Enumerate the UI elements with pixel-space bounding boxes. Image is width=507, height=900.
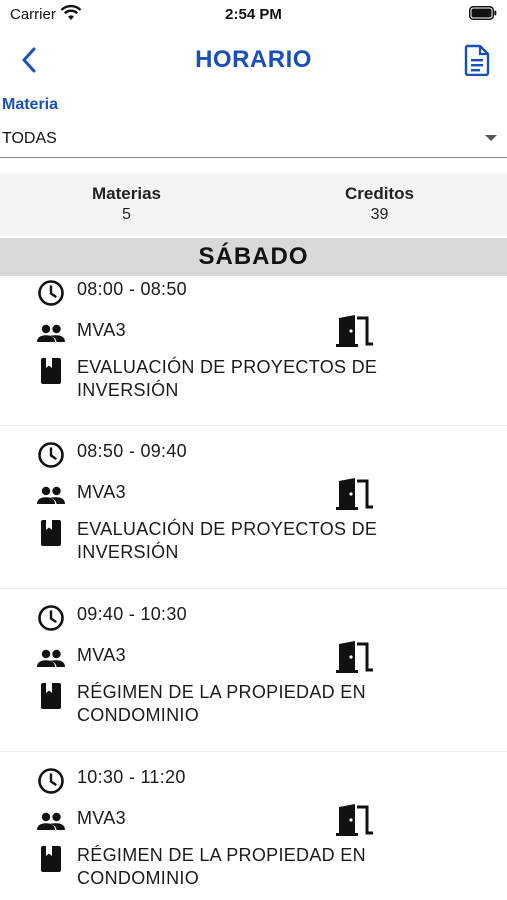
page-title: HORARIO: [195, 46, 312, 73]
clock-icon: [38, 442, 64, 468]
filter-label: Materia: [2, 96, 59, 113]
class-group: MVA3: [77, 645, 126, 665]
subject-row: EVALUACIÓN DE PROYECTOS DE INVERSIÓN: [36, 518, 397, 564]
class-group: MVA3: [77, 808, 126, 828]
subject-row: RÉGIMEN DE LA PROPIEDAD EN CONDOMINIO: [36, 681, 397, 727]
time-row: 09:40 - 10:30: [36, 603, 187, 633]
group-icon: [37, 324, 65, 342]
door-icon: [336, 478, 373, 510]
document-icon[interactable]: [463, 44, 491, 76]
materias-summary: Materias 5: [0, 184, 253, 224]
door-icon: [336, 315, 373, 347]
group-row: MVA3: [36, 319, 126, 349]
class-subject: EVALUACIÓN DE PROYECTOS DE INVERSIÓN: [77, 357, 378, 400]
status-bar: Carrier 2:54 PM: [0, 0, 507, 30]
day-title: SÁBADO: [198, 243, 309, 270]
time-row: 08:00 - 08:50: [36, 278, 187, 308]
time-row: 08:50 - 09:40: [36, 440, 187, 470]
class-item[interactable]: 10:30 - 11:20 MVA3 RÉGIMEN DE LA PROPIED…: [0, 752, 507, 900]
class-item[interactable]: 08:00 - 08:50 MVA3 EVALUACIÓN DE PROYECT…: [0, 276, 507, 426]
class-item[interactable]: 09:40 - 10:30 MVA3 RÉGIMEN DE LA PROPIED…: [0, 589, 507, 752]
class-group: MVA3: [77, 482, 126, 502]
status-time: 2:54 PM: [225, 6, 282, 23]
book-icon: [41, 683, 61, 709]
clock-icon: [38, 768, 64, 794]
time-row: 10:30 - 11:20: [36, 766, 186, 796]
subject-row: EVALUACIÓN DE PROYECTOS DE INVERSIÓN: [36, 356, 397, 402]
door-icon: [336, 641, 373, 673]
book-icon: [41, 520, 61, 546]
class-time: 09:40 - 10:30: [77, 604, 187, 624]
group-row: MVA3: [36, 807, 126, 837]
class-group: MVA3: [77, 320, 126, 340]
group-row: MVA3: [36, 644, 126, 674]
group-row: MVA3: [36, 481, 126, 511]
day-header: SÁBADO: [0, 238, 507, 276]
materia-select-value: TODAS: [2, 130, 57, 147]
class-subject: EVALUACIÓN DE PROYECTOS DE INVERSIÓN: [77, 519, 378, 562]
clock-icon: [38, 280, 64, 306]
class-subject: RÉGIMEN DE LA PROPIEDAD EN CONDOMINIO: [77, 845, 366, 888]
creditos-value: 39: [370, 206, 389, 223]
group-icon: [37, 812, 65, 830]
materias-value: 5: [122, 206, 131, 223]
dropdown-caret-icon: [485, 135, 497, 141]
book-icon: [41, 358, 61, 384]
group-icon: [37, 649, 65, 667]
subject-row: RÉGIMEN DE LA PROPIEDAD EN CONDOMINIO: [36, 844, 397, 890]
class-time: 08:50 - 09:40: [77, 441, 187, 461]
class-time: 08:00 - 08:50: [77, 279, 187, 299]
creditos-summary: Creditos 39: [253, 184, 506, 224]
book-icon: [41, 846, 61, 872]
battery-icon: [469, 6, 497, 20]
materia-select[interactable]: TODAS: [0, 120, 507, 158]
creditos-label: Creditos: [345, 184, 414, 203]
class-time: 10:30 - 11:20: [77, 767, 186, 787]
materias-label: Materias: [92, 184, 161, 203]
class-list: 08:00 - 08:50 MVA3 EVALUACIÓN DE PROYECT…: [0, 276, 507, 900]
summary-panel: Materias 5 Creditos 39: [0, 174, 507, 236]
class-item[interactable]: 08:50 - 09:40 MVA3 EVALUACIÓN DE PROYECT…: [0, 426, 507, 589]
clock-icon: [38, 605, 64, 631]
door-icon: [336, 804, 373, 836]
class-subject: RÉGIMEN DE LA PROPIEDAD EN CONDOMINIO: [77, 682, 366, 725]
group-icon: [37, 486, 65, 504]
nav-bar: HORARIO: [0, 36, 507, 84]
